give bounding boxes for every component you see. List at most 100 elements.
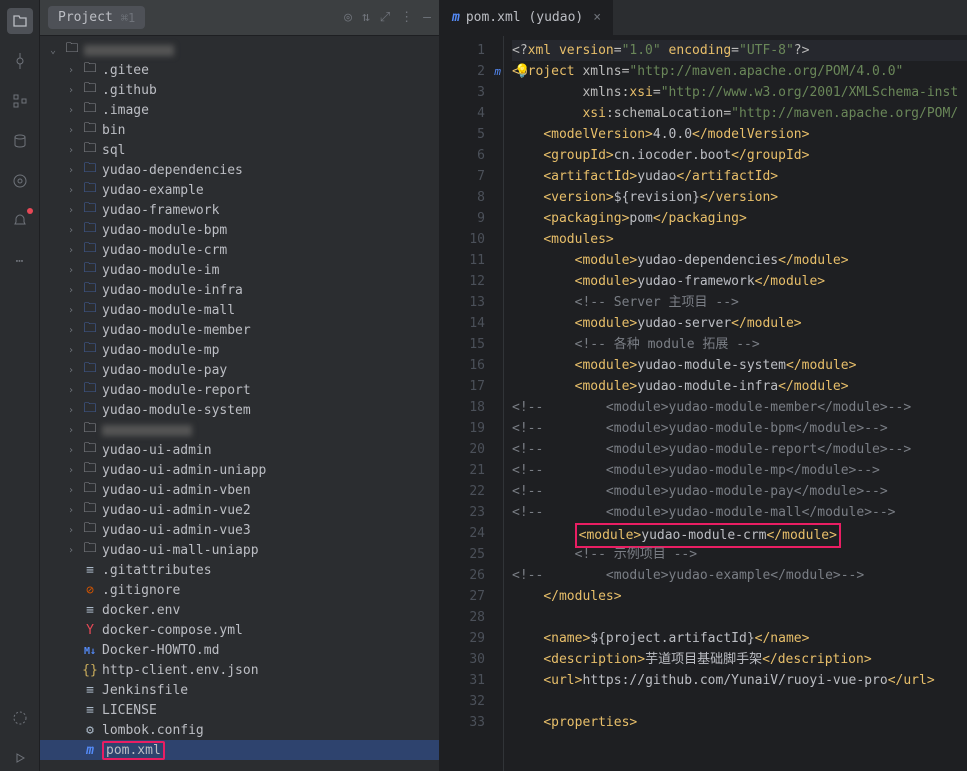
tree-item[interactable]: ›🗀yudao-module-im	[40, 260, 439, 280]
debug-tool-icon[interactable]	[7, 745, 33, 771]
tree-item[interactable]: ›🗀yudao-ui-admin-vue2	[40, 500, 439, 520]
tree-item[interactable]: ›🗀yudao-module-report	[40, 380, 439, 400]
code-line[interactable]: <!-- <module>yudao-module-report</module…	[512, 439, 967, 460]
code-line[interactable]	[512, 691, 967, 712]
tree-item[interactable]: ›🗀yudao-module-system	[40, 400, 439, 420]
chevron-icon[interactable]: ›	[64, 225, 78, 236]
chevron-icon[interactable]: ›	[64, 185, 78, 196]
tree-item[interactable]: ≡Jenkinsfile	[40, 680, 439, 700]
tree-item[interactable]: ›🗀yudao-ui-mall-uniapp	[40, 540, 439, 560]
tree-item[interactable]: mpom.xml	[40, 740, 439, 760]
tree-item[interactable]: ›🗀yudao-module-mall	[40, 300, 439, 320]
tree-item[interactable]: ›🗀yudao-ui-admin-vben	[40, 480, 439, 500]
code-line[interactable]: <module>yudao-module-crm</module>	[512, 523, 967, 544]
tree-item[interactable]: ≡.gitattributes	[40, 560, 439, 580]
chevron-icon[interactable]: ›	[64, 365, 78, 376]
chevron-icon[interactable]: ›	[64, 125, 78, 136]
code-line[interactable]: <?xml version="1.0" encoding="UTF-8"?>	[512, 40, 967, 61]
code-line[interactable]: <name>${project.artifactId}</name>	[512, 628, 967, 649]
code-line[interactable]: <module>yudao-module-infra</module>	[512, 376, 967, 397]
tree-item[interactable]: M↓Docker-HOWTO.md	[40, 640, 439, 660]
tree-item[interactable]: ›🗀yudao-dependencies	[40, 160, 439, 180]
tree-item[interactable]: ›🗀.image	[40, 100, 439, 120]
tree-item[interactable]: ›🗀sql	[40, 140, 439, 160]
collapse-icon[interactable]: ⤢	[380, 10, 390, 25]
chevron-icon[interactable]: ›	[64, 425, 78, 436]
code-line[interactable]: <modelVersion>4.0.0</modelVersion>	[512, 124, 967, 145]
chevron-icon[interactable]: ›	[64, 285, 78, 296]
chevron-icon[interactable]: ›	[64, 205, 78, 216]
code-line[interactable]: xsi:schemaLocation="http://maven.apache.…	[512, 103, 967, 124]
more-tool-icon[interactable]: ⋯	[7, 248, 33, 274]
chevron-icon[interactable]: ›	[64, 525, 78, 536]
commit-tool-icon[interactable]	[7, 48, 33, 74]
code-line[interactable]: <module>yudao-module-system</module>	[512, 355, 967, 376]
code-line[interactable]: <!-- Server 主项目 -->	[512, 292, 967, 313]
options-icon[interactable]: ⋮	[400, 10, 413, 25]
tree-item[interactable]: ›🗀yudao-ui-admin-uniapp	[40, 460, 439, 480]
tree-item[interactable]: ›🗀bin	[40, 120, 439, 140]
tree-item[interactable]: ›🗀yudao-module-pay	[40, 360, 439, 380]
editor-body[interactable]: 1234567891011121314151617181920212223242…	[440, 36, 967, 771]
tree-item[interactable]: ≡LICENSE	[40, 700, 439, 720]
code-line[interactable]: <!-- <module>yudao-module-mall</module>-…	[512, 502, 967, 523]
code-line[interactable]: <version>${revision}</version>	[512, 187, 967, 208]
tree-item[interactable]: ›🗀yudao-ui-admin-vue3	[40, 520, 439, 540]
code-line[interactable]: <project xmlns="http://maven.apache.org/…	[512, 61, 967, 82]
tree-item[interactable]: ›🗀yudao-module-mp	[40, 340, 439, 360]
code-line[interactable]: <!-- 各种 module 拓展 -->	[512, 334, 967, 355]
tree-item[interactable]: ›🗀.gitee	[40, 60, 439, 80]
chevron-icon[interactable]: ⌄	[46, 45, 60, 56]
maven-gutter-icon[interactable]: m	[487, 61, 501, 75]
tree-item[interactable]: ⌄🗀	[40, 40, 439, 60]
code-line[interactable]: xmlns:xsi="http://www.w3.org/2001/XMLSch…	[512, 82, 967, 103]
structure-tool-icon[interactable]	[7, 88, 33, 114]
chevron-icon[interactable]: ›	[64, 265, 78, 276]
chevron-icon[interactable]: ›	[64, 165, 78, 176]
tree-item[interactable]: ›🗀yudao-module-member	[40, 320, 439, 340]
code-line[interactable]: <module>yudao-dependencies</module>	[512, 250, 967, 271]
chevron-icon[interactable]: ›	[64, 405, 78, 416]
tree-item[interactable]: ›🗀yudao-example	[40, 180, 439, 200]
tree-item[interactable]: ≡docker.env	[40, 600, 439, 620]
chevron-icon[interactable]: ›	[64, 385, 78, 396]
tree-item[interactable]: {}http-client.env.json	[40, 660, 439, 680]
project-title-button[interactable]: Project ⌘1	[48, 6, 145, 29]
select-opened-icon[interactable]: ◎	[344, 10, 352, 25]
run-tool-icon[interactable]	[7, 705, 33, 731]
code-line[interactable]: <!-- <module>yudao-module-bpm</module>--…	[512, 418, 967, 439]
services-tool-icon[interactable]	[7, 168, 33, 194]
expand-all-icon[interactable]: ⇅	[362, 10, 370, 25]
database-tool-icon[interactable]	[7, 128, 33, 154]
chevron-icon[interactable]: ›	[64, 65, 78, 76]
tree-item[interactable]: ⚙lombok.config	[40, 720, 439, 740]
intention-bulb-icon[interactable]: 💡	[514, 61, 530, 82]
code-line[interactable]	[512, 607, 967, 628]
chevron-icon[interactable]: ›	[64, 245, 78, 256]
code-line[interactable]: <properties>	[512, 712, 967, 733]
project-tree[interactable]: ⌄🗀›🗀.gitee›🗀.github›🗀.image›🗀bin›🗀sql›🗀y…	[40, 36, 439, 771]
close-tab-icon[interactable]: ×	[593, 10, 601, 25]
code-line[interactable]: <url>https://github.com/YunaiV/ruoyi-vue…	[512, 670, 967, 691]
chevron-icon[interactable]: ›	[64, 505, 78, 516]
hide-panel-icon[interactable]: —	[423, 10, 431, 25]
tree-item[interactable]: ›🗀yudao-ui-admin	[40, 440, 439, 460]
tree-item[interactable]: Ydocker-compose.yml	[40, 620, 439, 640]
code-line[interactable]: </modules>	[512, 586, 967, 607]
tree-item[interactable]: ›🗀yudao-module-infra	[40, 280, 439, 300]
project-tool-icon[interactable]	[7, 8, 33, 34]
code-line[interactable]: <packaging>pom</packaging>	[512, 208, 967, 229]
code-line[interactable]: <modules>	[512, 229, 967, 250]
code-line[interactable]: <module>yudao-framework</module>	[512, 271, 967, 292]
tree-item[interactable]: ›🗀yudao-framework	[40, 200, 439, 220]
chevron-icon[interactable]: ›	[64, 305, 78, 316]
chevron-icon[interactable]: ›	[64, 445, 78, 456]
chevron-icon[interactable]: ›	[64, 325, 78, 336]
chevron-icon[interactable]: ›	[64, 345, 78, 356]
code-line[interactable]: <artifactId>yudao</artifactId>	[512, 166, 967, 187]
notifications-tool-icon[interactable]	[7, 208, 33, 234]
editor-tab-pom[interactable]: m pom.xml (yudao) ×	[440, 0, 614, 35]
code-line[interactable]: <!-- <module>yudao-module-mp</module>-->	[512, 460, 967, 481]
chevron-icon[interactable]: ›	[64, 145, 78, 156]
chevron-icon[interactable]: ›	[64, 105, 78, 116]
